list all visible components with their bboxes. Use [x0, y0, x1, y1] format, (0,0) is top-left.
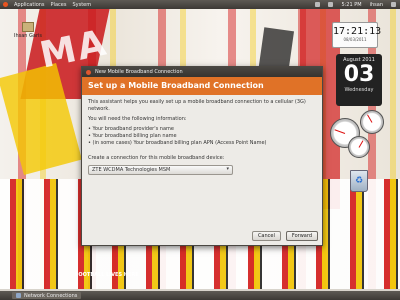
taskbar-item-label: Network Connections — [24, 292, 78, 299]
chevron-down-icon: ▾ — [226, 166, 229, 172]
clock-widget[interactable]: 17:21:13 08/03/2011 — [332, 22, 382, 48]
dialog-content: This assistant helps you easily set up a… — [82, 95, 322, 179]
wallpaper-footer-text: FOOTBALL LIVES HERE — [75, 272, 139, 278]
bottom-panel: Network Connections — [0, 291, 400, 300]
intro-text: This assistant helps you easily set up a… — [88, 99, 306, 112]
ubuntu-logo-icon[interactable] — [3, 2, 8, 7]
list-item: • Your broadband provider's name — [88, 126, 174, 132]
clock-time: 17:21:13 — [333, 26, 382, 37]
calendar-widget[interactable]: August 2011 03 Wednesday — [336, 54, 382, 106]
calendar-day: 03 — [343, 62, 375, 87]
requirements-list: • Your broadband provider's name • Your … — [88, 126, 316, 147]
forward-button[interactable]: Forward — [285, 231, 318, 241]
network-connections-icon — [16, 293, 21, 298]
desktop-icon-label: Ihsan Garis — [13, 33, 43, 39]
cancel-button[interactable]: Cancel — [251, 231, 281, 241]
list-item: • (in some cases) Your broadband billing… — [88, 140, 267, 146]
panel-user[interactable]: ihsan — [370, 2, 383, 8]
list-item: • Your broadband billing plan name — [88, 133, 177, 139]
dialog-buttons: Cancel Forward — [251, 231, 318, 241]
panel-clock[interactable]: 5:21 PM — [341, 2, 361, 8]
device-select-value: ZTE WCDMA Technologies MSM — [92, 166, 171, 173]
menu-system[interactable]: System — [72, 2, 91, 8]
need-info-text: You will need the following information: — [88, 116, 187, 122]
calendar-weekday: Wednesday — [344, 87, 374, 93]
taskbar-item-network-connections[interactable]: Network Connections — [12, 292, 82, 299]
clock-date: 08/03/2011 — [343, 37, 367, 42]
disk-gauge-icon — [348, 136, 370, 158]
memory-gauge-icon — [360, 110, 384, 134]
menu-places[interactable]: Places — [51, 2, 67, 8]
device-label: Create a connection for this mobile broa… — [88, 155, 225, 161]
panel-menus: Applications Places System — [0, 2, 91, 8]
recycle-icon: ♻ — [354, 176, 364, 186]
mobile-broadband-dialog: New Mobile Broadband Connection Set up a… — [81, 66, 323, 246]
dialog-banner: Set up a Mobile Broadband Connection — [82, 77, 322, 95]
folder-icon — [22, 22, 34, 32]
dialog-titlebar[interactable]: New Mobile Broadband Connection — [82, 67, 322, 77]
top-panel: Applications Places System 5:21 PM ihsan — [0, 0, 400, 9]
dialog-title: New Mobile Broadband Connection — [95, 69, 183, 75]
trash-icon[interactable]: ♻ — [350, 170, 368, 192]
desktop-folder-icon[interactable]: Ihsan Garis — [8, 22, 48, 39]
close-icon[interactable] — [86, 69, 91, 75]
volume-icon[interactable] — [328, 2, 334, 7]
power-icon[interactable] — [391, 2, 396, 7]
menu-applications[interactable]: Applications — [14, 2, 45, 8]
panel-tray: 5:21 PM ihsan — [315, 2, 400, 8]
network-icon[interactable] — [315, 2, 321, 7]
device-select[interactable]: ZTE WCDMA Technologies MSM ▾ — [88, 165, 233, 175]
